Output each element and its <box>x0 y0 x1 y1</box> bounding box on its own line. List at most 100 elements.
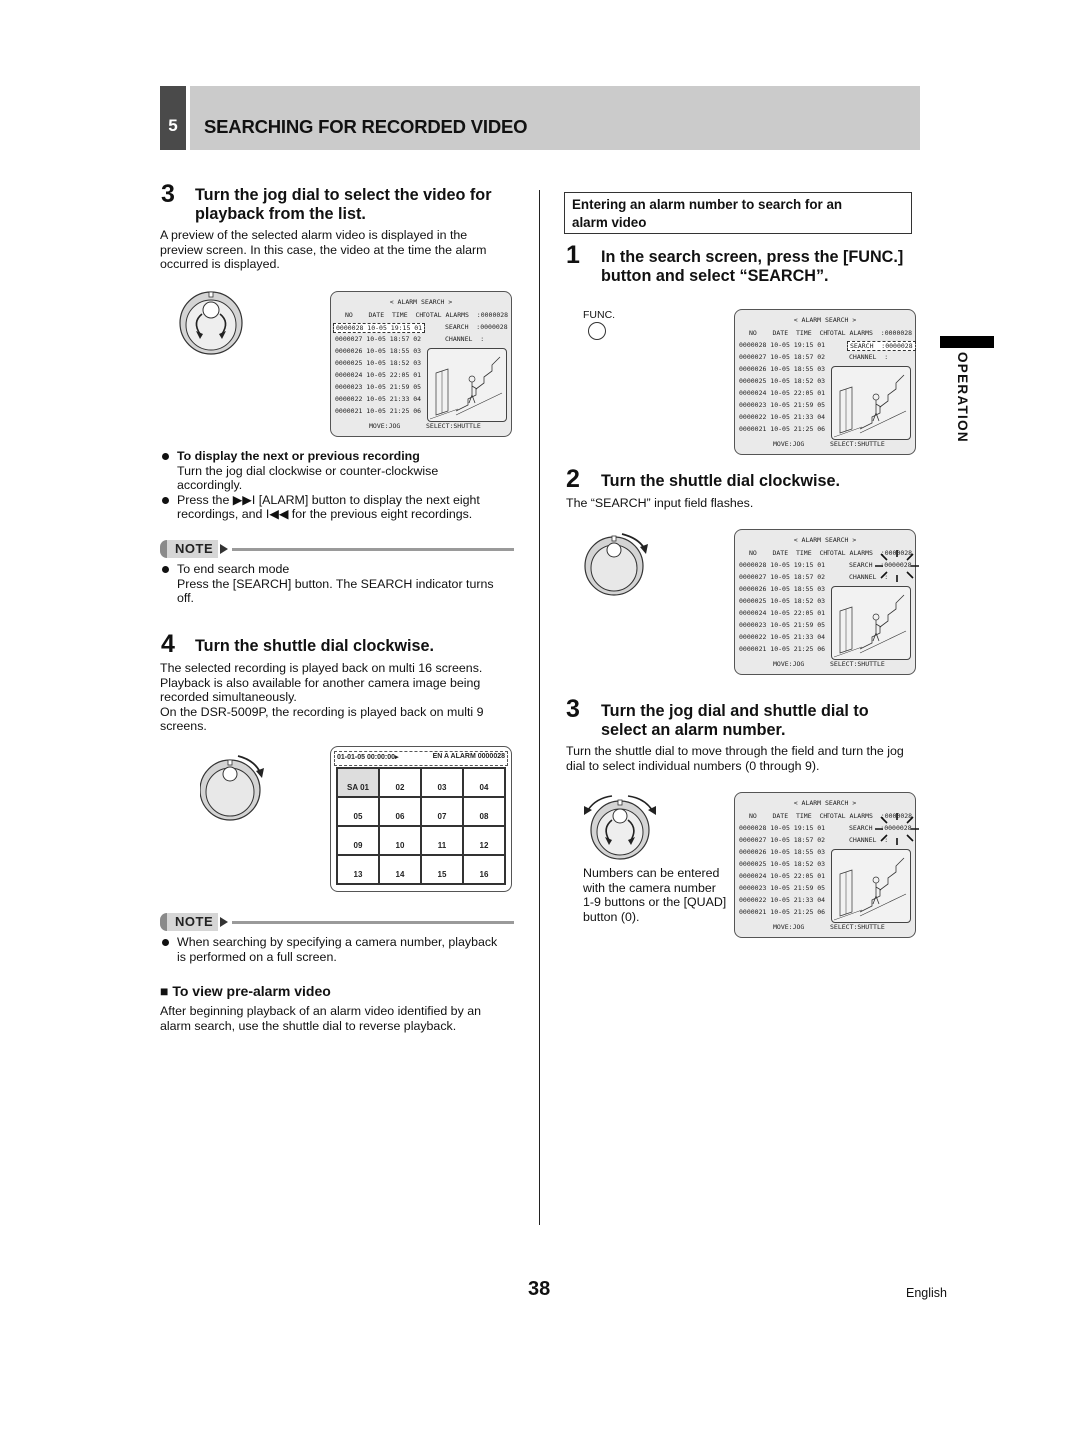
camera-cell[interactable]: 08 <box>463 797 505 826</box>
step-title-line: Turn the jog dial and shuttle dial to <box>601 702 869 720</box>
camera-cell[interactable]: 06 <box>379 797 421 826</box>
alarm-row[interactable]: 0000027 10-05 18:57 02 <box>739 573 825 581</box>
move-hint: MOVE:JOG <box>773 660 805 668</box>
func-label: FUNC. <box>583 309 616 321</box>
camera-cell[interactable]: 15 <box>421 855 463 884</box>
screen-title: < ALARM SEARCH > <box>389 298 453 306</box>
step-title: Turn the jog dial to select the video fo… <box>195 186 492 224</box>
bullet-text: recordings, and I◀◀ for the previous eig… <box>177 507 473 522</box>
alarm-row[interactable]: 0000024 10-05 22:05 01 <box>739 872 825 880</box>
bullet-list: To display the next or previous recordin… <box>160 449 520 522</box>
step-title-line: In the search screen, press the [FUNC.] <box>601 248 904 266</box>
alarm-row[interactable]: 0000026 10-05 18:55 03 <box>739 848 825 856</box>
side-tab-label: OPERATION <box>955 352 970 443</box>
alarm-row[interactable]: 0000021 10-05 21:25 06 <box>739 908 825 916</box>
bullet-text: Turn the jog dial clockwise or counter-c… <box>177 463 439 478</box>
alarm-row[interactable]: 0000024 10-05 22:05 01 <box>739 389 825 397</box>
search-field: SEARCH :0000028 <box>445 323 508 331</box>
alarm-search-screen: < ALARM SEARCH > NO DATE TIME CH TOTAL A… <box>734 529 919 675</box>
alarm-row[interactable]: 0000022 10-05 21:33 04 <box>739 633 825 641</box>
alarm-row[interactable]: 0000021 10-05 21:25 06 <box>739 645 825 653</box>
body-line: After beginning playback of an alarm vid… <box>160 1004 481 1018</box>
alarm-row[interactable]: 0000024 10-05 22:05 01 <box>739 609 825 617</box>
step-title: Turn the shuttle dial clockwise. <box>195 637 434 655</box>
alarm-row[interactable]: 0000027 10-05 18:57 02 <box>739 353 825 361</box>
screen-title: < ALARM SEARCH > <box>793 536 857 544</box>
bullet-item: When searching by specifying a camera nu… <box>160 935 520 964</box>
alarm-row[interactable]: 0000027 10-05 18:57 02 <box>335 335 421 343</box>
camera-cell[interactable]: 10 <box>379 826 421 855</box>
jog-dial-icon <box>179 291 243 355</box>
alarm-row[interactable]: 0000025 10-05 18:52 03 <box>739 860 825 868</box>
staircase-image-icon <box>833 594 907 658</box>
alarm-row[interactable]: 0000022 10-05 21:33 04 <box>739 896 825 904</box>
alarm-row[interactable]: 0000026 10-05 18:55 03 <box>739 585 825 593</box>
body-line: Turn the shuttle dial to move through th… <box>566 744 904 758</box>
alarm-row[interactable]: 0000022 10-05 21:33 04 <box>335 395 421 403</box>
camera-cell[interactable]: 07 <box>421 797 463 826</box>
bullet-text: Press the ▶▶I [ALARM] button to display … <box>177 492 480 507</box>
step-body: The selected recording is played back on… <box>160 661 484 734</box>
alarm-row[interactable]: 0000026 10-05 18:55 03 <box>335 347 421 355</box>
camera-cell[interactable]: 03 <box>421 768 463 797</box>
alarm-row[interactable]: 0000026 10-05 18:55 03 <box>739 365 825 373</box>
camera-cell[interactable]: 02 <box>379 768 421 797</box>
select-hint: SELECT:SHUTTLE <box>830 440 885 448</box>
step-title-line: select an alarm number. <box>601 721 786 739</box>
alarm-row[interactable]: 0000027 10-05 18:57 02 <box>739 836 825 844</box>
alarm-row[interactable]: 0000028 10-05 19:15 01 <box>739 561 825 569</box>
alarm-row[interactable]: 0000025 10-05 18:52 03 <box>335 359 421 367</box>
body-line: alarm search, use the shuttle dial to re… <box>160 1018 457 1033</box>
channel-field: CHANNEL : <box>445 335 485 343</box>
alarm-row[interactable]: 0000023 10-05 21:59 05 <box>739 621 825 629</box>
step-title: In the search screen, press the [FUNC.] … <box>601 248 903 286</box>
camera-cell[interactable]: 09 <box>337 826 379 855</box>
alarm-row[interactable]: 0000028 10-05 19:15 01 <box>739 341 825 349</box>
subsection-heading: ■ To view pre-alarm video <box>160 983 331 999</box>
camera-cell[interactable]: 16 <box>463 855 505 884</box>
camera-cell[interactable]: 14 <box>379 855 421 884</box>
note-arrow-icon <box>220 544 228 554</box>
search-field-selected[interactable]: SEARCH :0000028 <box>847 341 916 351</box>
step-title-line: button and select “SEARCH”. <box>601 267 829 285</box>
alarm-row[interactable]: 0000023 10-05 21:59 05 <box>739 401 825 409</box>
body-line: recorded simultaneously. <box>160 690 297 705</box>
alarm-search-screen: < ALARM SEARCH > NO DATE TIME CH TOTAL A… <box>330 291 512 437</box>
column-divider <box>539 190 540 1225</box>
alarm-row[interactable]: 0000023 10-05 21:59 05 <box>335 383 421 391</box>
body-line: A preview of the selected alarm video is… <box>160 228 468 242</box>
language-label: English <box>906 1286 947 1300</box>
note-text: When searching by specifying a camera nu… <box>177 935 498 949</box>
bullet-item: Press the ▶▶I [ALARM] button to display … <box>160 493 520 522</box>
body-line: dial to select individual numbers (0 thr… <box>566 758 820 773</box>
alarm-row-selected[interactable]: 0000028 10-05 19:15 01 <box>333 323 426 333</box>
bullet-item: To display the next or previous recordin… <box>160 449 520 493</box>
alarm-row[interactable]: 0000023 10-05 21:59 05 <box>739 884 825 892</box>
alarm-row[interactable]: 0000022 10-05 21:33 04 <box>739 413 825 421</box>
step-title-line: Turn the jog dial to select the video fo… <box>195 186 492 204</box>
alarm-row[interactable]: 0000028 10-05 19:15 01 <box>739 824 825 832</box>
note-header: NOTE <box>160 913 514 931</box>
subsection-body: After beginning playback of an alarm vid… <box>160 1004 481 1033</box>
timestamp: 01-01-05 00:00:00▸ <box>337 754 399 761</box>
alarm-row[interactable]: 0000021 10-05 21:25 06 <box>335 407 421 415</box>
alarm-row[interactable]: 0000021 10-05 21:25 06 <box>739 425 825 433</box>
screen-title: < ALARM SEARCH > <box>793 316 857 324</box>
camera-cell[interactable]: 11 <box>421 826 463 855</box>
alarm-row[interactable]: 0000025 10-05 18:52 03 <box>739 377 825 385</box>
boxed-heading-line: alarm video <box>572 215 647 230</box>
note-divider <box>232 548 514 551</box>
alarm-row[interactable]: 0000025 10-05 18:52 03 <box>739 597 825 605</box>
column-headers: NO DATE TIME CH <box>749 549 828 557</box>
camera-cell[interactable]: SA 01 <box>337 768 379 797</box>
camera-cell[interactable]: 12 <box>463 826 505 855</box>
caption-line: Numbers can be entered <box>583 866 720 880</box>
camera-cell[interactable]: 04 <box>463 768 505 797</box>
alarm-row[interactable]: 0000024 10-05 22:05 01 <box>335 371 421 379</box>
camera-cell[interactable]: 05 <box>337 797 379 826</box>
body-line: occurred is displayed. <box>160 257 280 272</box>
column-headers: NO DATE TIME CH <box>749 812 828 820</box>
func-button[interactable] <box>588 322 606 340</box>
body-line: Playback is also available for another c… <box>160 675 481 690</box>
camera-cell[interactable]: 13 <box>337 855 379 884</box>
